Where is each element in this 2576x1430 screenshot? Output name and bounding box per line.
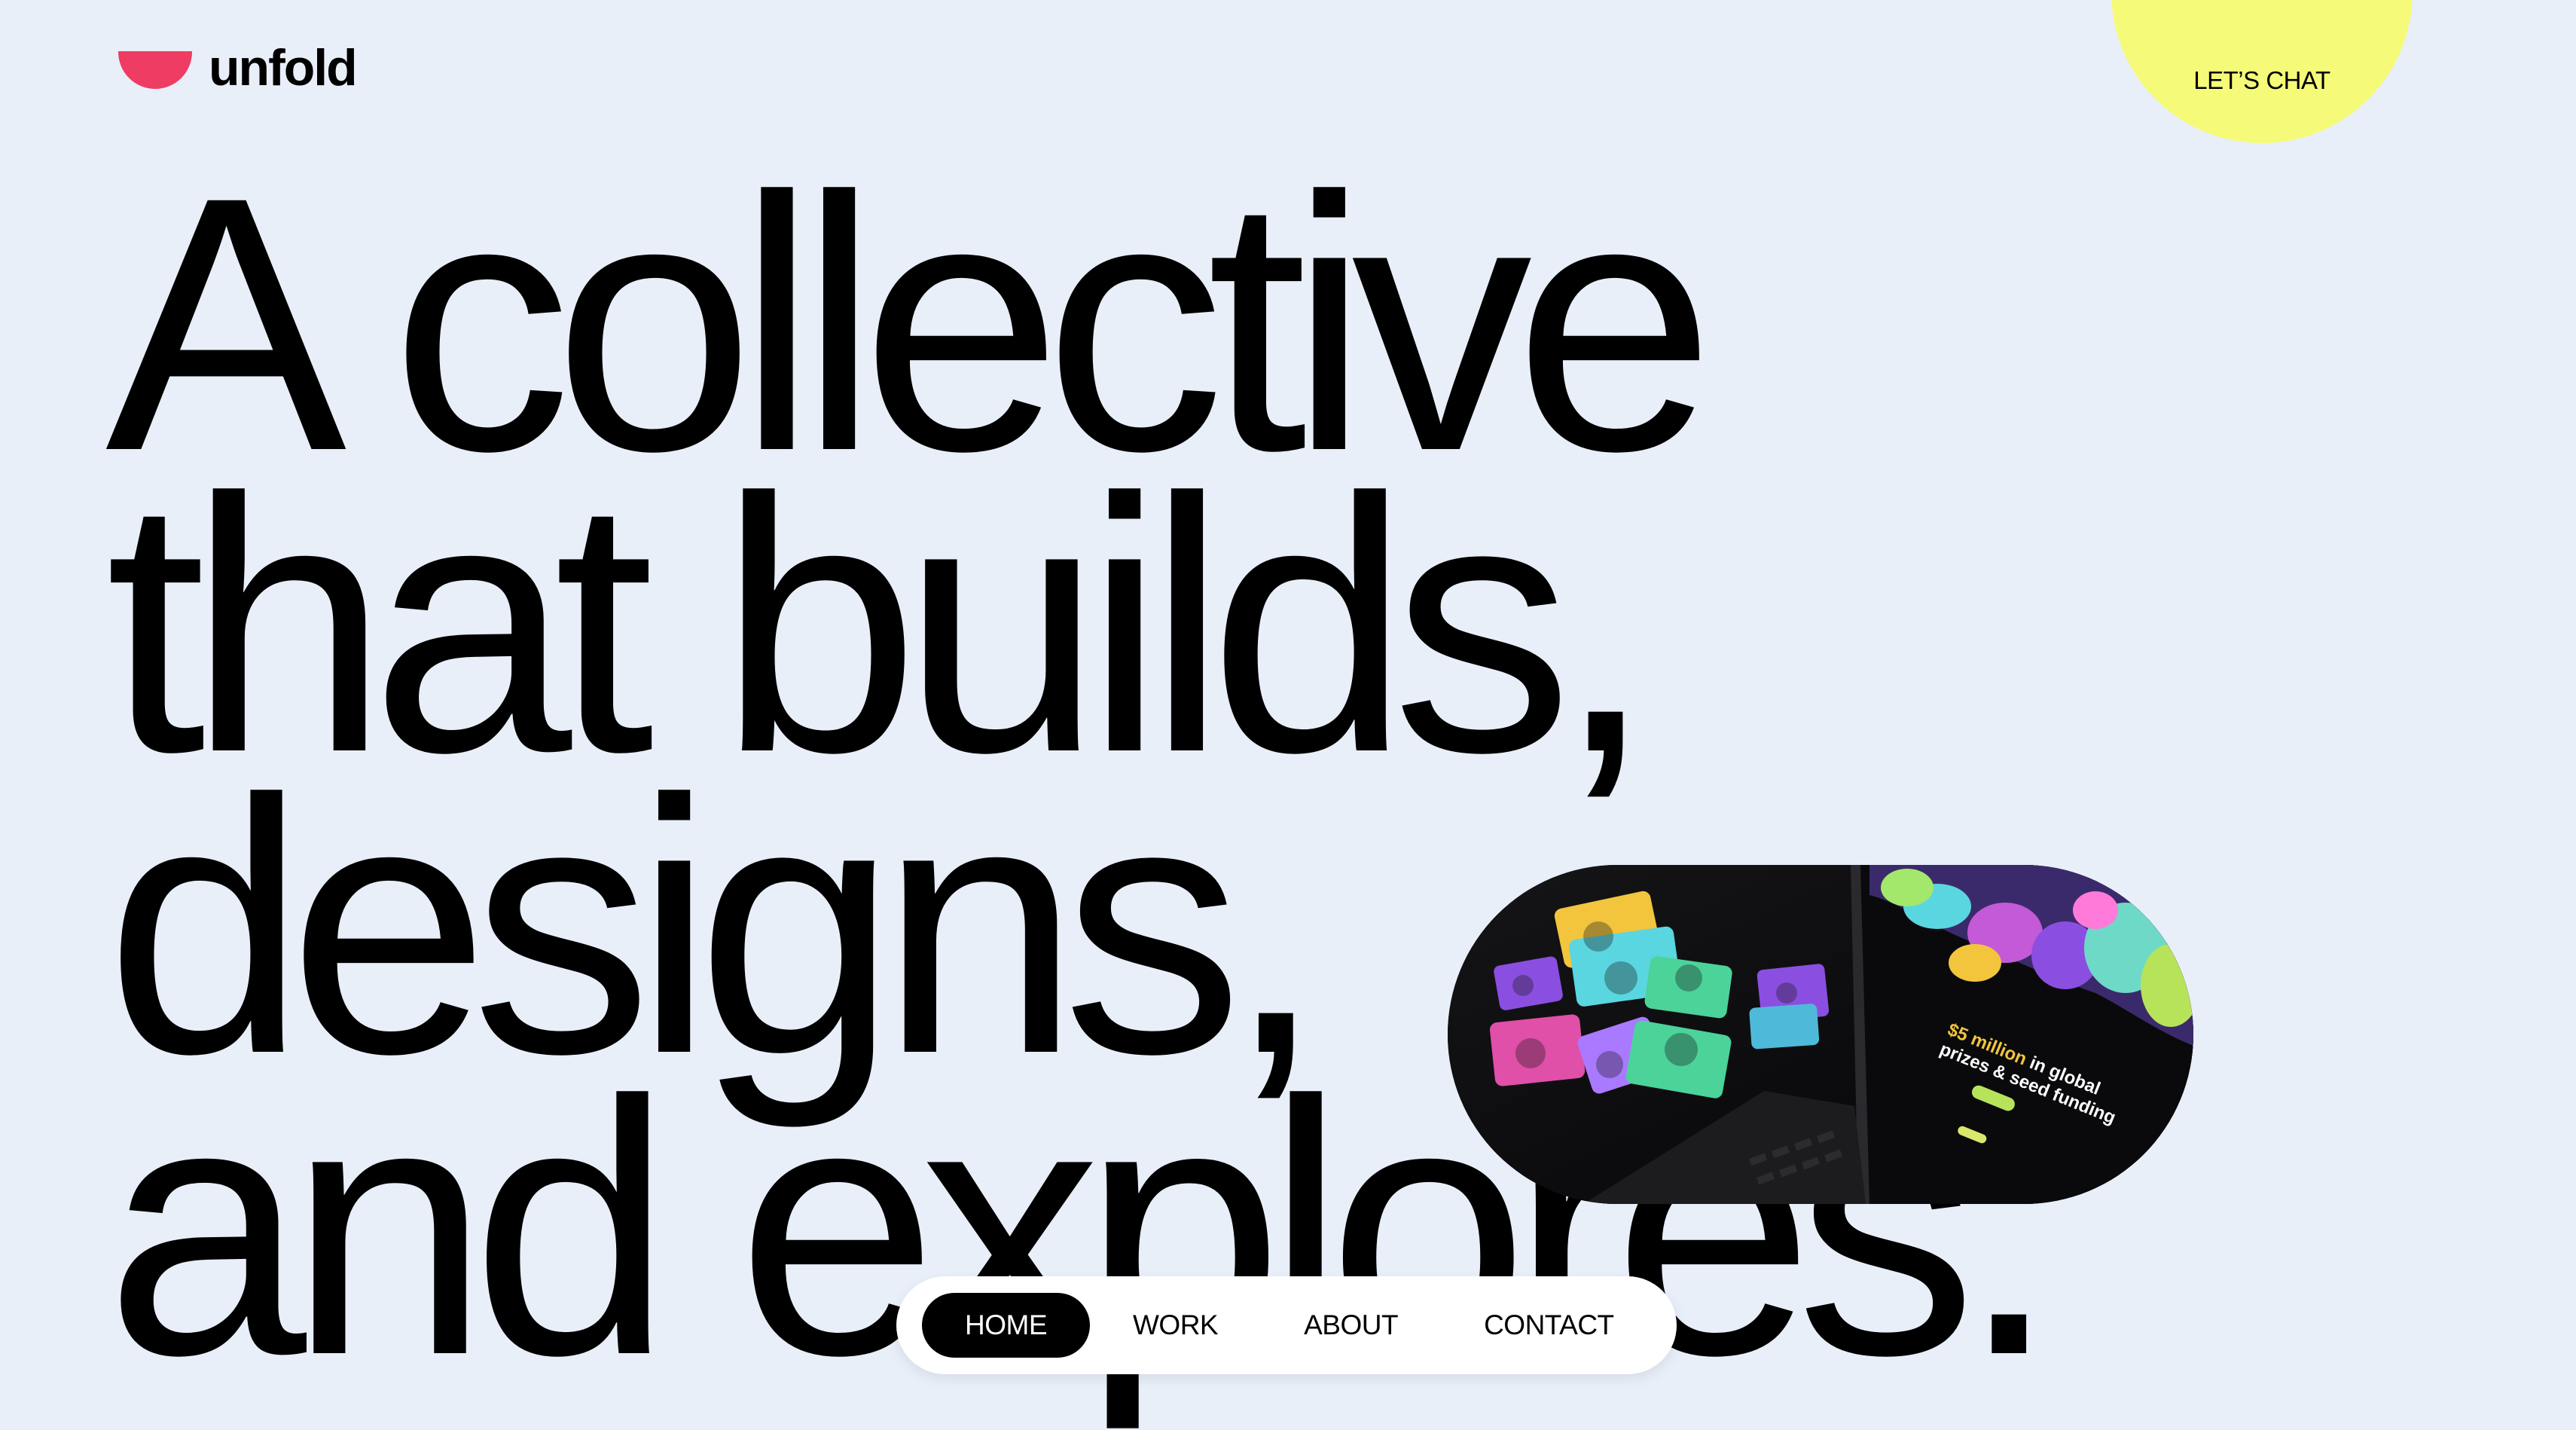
showcase-image[interactable]: $5 million in global prizes & seed fundin… [1448, 865, 2193, 1204]
brand-logo[interactable]: unfold [118, 39, 358, 96]
brand-name: unfold [209, 39, 358, 96]
nav-item-about[interactable]: ABOUT [1261, 1293, 1441, 1358]
nav-item-work[interactable]: WORK [1090, 1293, 1261, 1358]
logo-mark-icon [118, 51, 192, 89]
nav-item-contact[interactable]: CONTACT [1441, 1293, 1657, 1358]
nav-item-home[interactable]: HOME [922, 1293, 1090, 1358]
lets-chat-label: LET’S CHAT [2193, 66, 2330, 94]
lets-chat-button[interactable]: LET’S CHAT [2111, 0, 2413, 143]
showcase-illustration [1448, 865, 2193, 1204]
bottom-nav: HOME WORK ABOUT CONTACT [896, 1276, 1677, 1374]
